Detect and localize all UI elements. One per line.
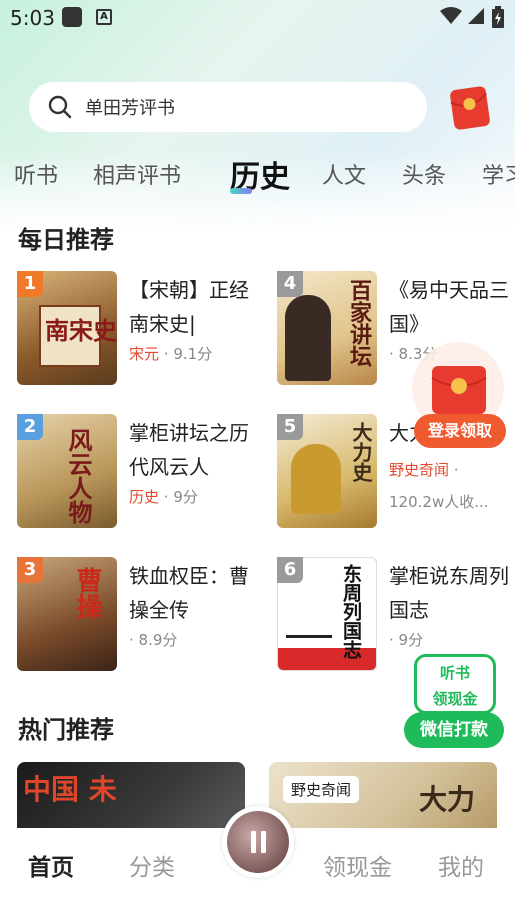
wechat-line2: 领现金	[432, 690, 478, 708]
battery-icon	[492, 6, 504, 28]
nav-mine[interactable]: 我的	[438, 848, 484, 882]
book-title: 掌柜说东周列国志	[389, 564, 509, 622]
tab-toutiao[interactable]: 头条	[402, 158, 446, 190]
tab-xuexi[interactable]: 学习	[482, 158, 515, 190]
search-icon	[48, 95, 72, 119]
book-meta: 野史奇闻 · 120.2w人收...	[389, 461, 489, 511]
search-placeholder: 单田芳评书	[85, 98, 175, 119]
book-card[interactable]: 风云人物 2 掌柜讲坛之历代风云人 历史 · 9分	[17, 414, 257, 530]
book-tag: 野史奇闻	[389, 461, 450, 479]
cover-text: 南宋史	[45, 316, 117, 345]
search-bar[interactable]: 单田芳评书	[29, 82, 427, 132]
nav-cash[interactable]: 领现金	[323, 848, 392, 882]
hot-card[interactable]: 野史奇闻 大力	[269, 762, 497, 832]
section-title-daily: 每日推荐	[18, 226, 114, 254]
rank-badge: 6	[277, 557, 303, 583]
book-score: 120.2w人收...	[389, 493, 489, 511]
book-card[interactable]: 曹操 3 铁血权臣：曹操全传 · 8.9分	[17, 557, 257, 673]
rank-badge: 3	[17, 557, 43, 583]
app-notification-icon	[62, 7, 82, 27]
hot-card[interactable]: 中国 未	[17, 762, 245, 832]
login-reward-label: 登录领取	[414, 414, 506, 448]
wechat-widget-card: 听书 领现金	[414, 654, 496, 714]
keyboard-notification-icon: A	[96, 9, 112, 25]
cover-text: 大力史	[349, 422, 373, 482]
book-tag: 历史	[129, 488, 160, 506]
nav-category[interactable]: 分类	[129, 848, 175, 882]
nav-home[interactable]: 首页	[28, 848, 74, 882]
red-packet-icon	[431, 366, 487, 414]
hot-cover-text: 大力	[419, 783, 476, 816]
book-meta: 宋元 · 9.1分	[129, 345, 213, 363]
pause-icon[interactable]	[251, 831, 267, 853]
book-score: 9分	[398, 631, 424, 649]
book-meta: · 8.9分	[129, 631, 178, 649]
cover-text: 百家讲坛	[346, 279, 372, 367]
book-meta: · 9分	[389, 631, 424, 649]
rank-badge: 4	[277, 271, 303, 297]
book-title: 《易中天品三国》	[389, 278, 509, 336]
book-card[interactable]: 南宋史 1 【宋朝】正经南宋史| 宋元 · 9.1分	[17, 271, 257, 387]
tab-renwen[interactable]: 人文	[322, 158, 366, 190]
tab-xiangsheng[interactable]: 相声评书	[93, 158, 181, 190]
category-tabs: 听书 相声评书 历史 人文 头条 学习	[0, 150, 515, 196]
player-cover	[227, 811, 289, 873]
book-title: 掌柜讲坛之历代风云人	[129, 421, 249, 479]
bottom-spacer	[0, 900, 515, 915]
red-packet-icon[interactable]	[446, 84, 494, 132]
book-title: 铁血权臣：曹操全传	[129, 564, 249, 622]
rank-badge: 1	[17, 271, 43, 297]
cover-text: 曹操	[72, 567, 102, 619]
book-meta: 历史 · 9分	[129, 488, 198, 506]
cover-portrait	[285, 295, 331, 381]
wechat-cash-widget[interactable]: 听书 领现金 微信打款	[404, 654, 504, 748]
mini-player[interactable]	[222, 806, 294, 878]
tab-tingshu[interactable]: 听书	[14, 158, 58, 190]
status-bar: 5:03 A	[0, 0, 515, 36]
cover-text: 东周列国志	[340, 564, 362, 659]
book-title: 【宋朝】正经南宋史|	[129, 278, 249, 336]
rank-badge: 2	[17, 414, 43, 440]
book-score: 9.1分	[173, 345, 213, 363]
cover-chariot	[286, 610, 332, 638]
active-tab-indicator	[230, 188, 252, 194]
cover-text: 风云人物	[64, 428, 93, 524]
status-time: 5:03	[10, 6, 55, 30]
section-title-hot: 热门推荐	[18, 716, 114, 744]
signal-icon	[468, 8, 484, 24]
wechat-line1: 听书	[439, 664, 470, 682]
wechat-payout-button[interactable]: 微信打款	[404, 712, 504, 748]
cover-portrait	[291, 444, 341, 514]
book-tag: 宋元	[129, 345, 160, 363]
wifi-icon	[440, 7, 462, 24]
rank-badge: 5	[277, 414, 303, 440]
hot-cover-text: 中国 未	[23, 773, 117, 806]
hot-tag: 野史奇闻	[283, 776, 360, 803]
book-score: 9分	[173, 488, 198, 506]
login-reward-float[interactable]: 登录领取	[412, 340, 506, 452]
book-score: 8.9分	[138, 631, 178, 649]
